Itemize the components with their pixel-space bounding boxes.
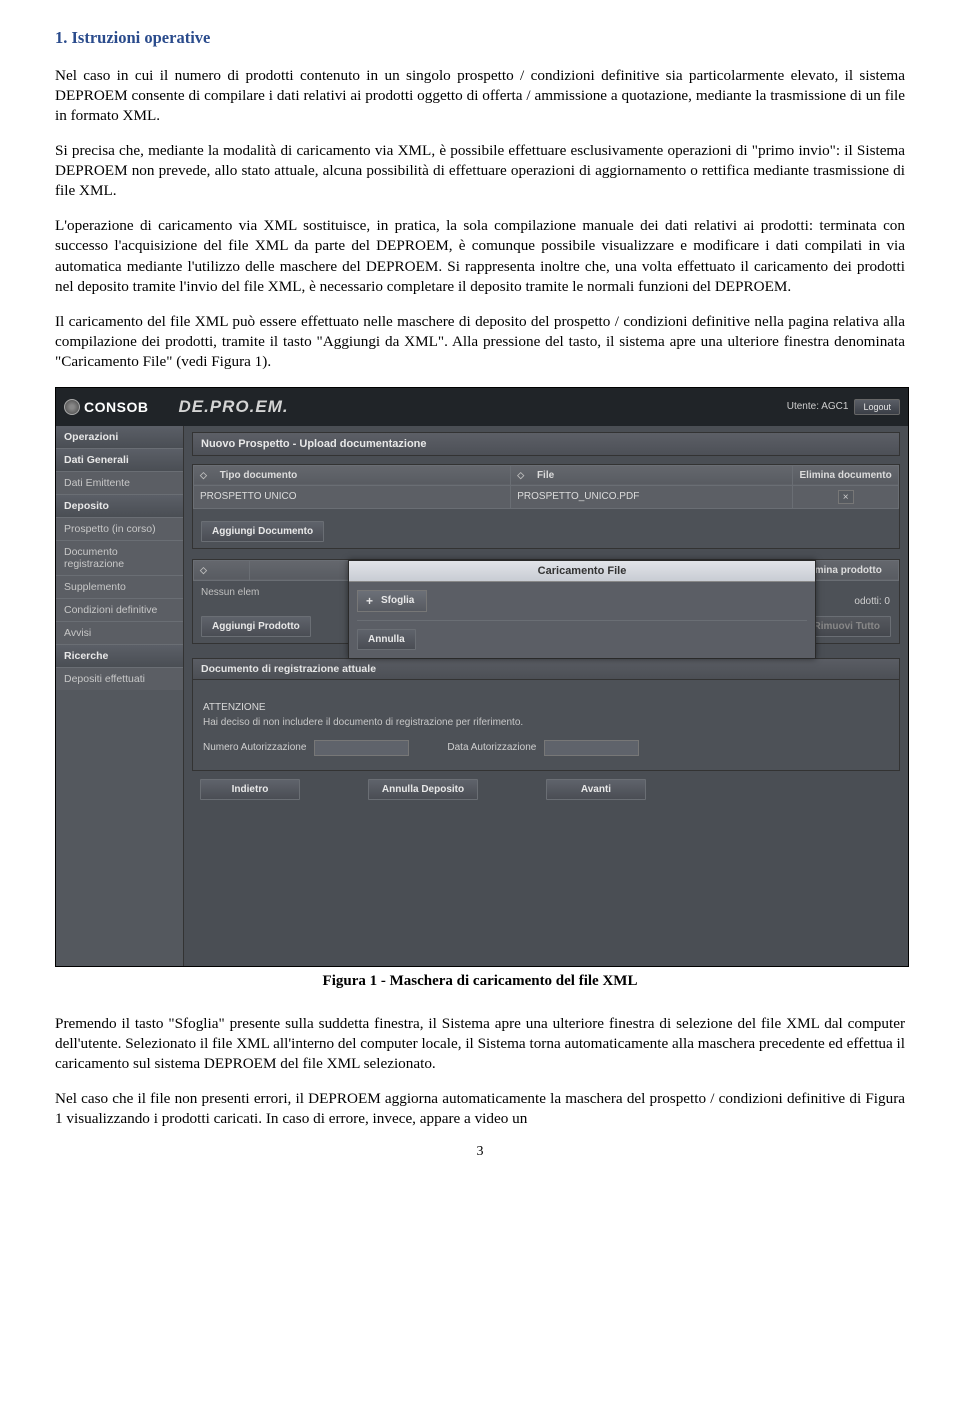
sort-icon[interactable]: ◇ bbox=[200, 565, 207, 575]
sort-icon[interactable]: ◇ bbox=[517, 470, 524, 480]
registration-title: Documento di registrazione attuale bbox=[193, 659, 899, 680]
paragraph-3: L'operazione di caricamento via XML sost… bbox=[55, 216, 905, 296]
figure-caption: Figura 1 - Maschera di caricamento del f… bbox=[55, 973, 905, 990]
num-autorizzazione-field[interactable] bbox=[314, 740, 409, 756]
app-screenshot: CONSOB DE.PRO.EM. Utente: AGC1 Logout Op… bbox=[55, 387, 909, 967]
section-heading: 1. Istruzioni operative bbox=[55, 28, 905, 48]
attention-note: Hai deciso di non includere il documento… bbox=[203, 717, 889, 728]
user-value: AGC1 bbox=[821, 401, 848, 412]
documents-box: ◇ Tipo documento ◇ File Elimina document… bbox=[192, 464, 900, 549]
paragraph-6: Nel caso che il file non presenti errori… bbox=[55, 1089, 905, 1129]
app-header: CONSOB DE.PRO.EM. Utente: AGC1 Logout bbox=[56, 388, 908, 426]
sort-icon[interactable]: ◇ bbox=[200, 470, 207, 480]
paragraph-1: Nel caso in cui il numero di prodotti co… bbox=[55, 66, 905, 126]
delete-document-button[interactable]: × bbox=[838, 490, 854, 504]
sidebar-dati-generali[interactable]: Dati Generali bbox=[56, 448, 183, 471]
caricamento-file-modal: Caricamento File + Sfoglia Annulla bbox=[348, 560, 816, 659]
sfoglia-label: Sfoglia bbox=[381, 595, 414, 606]
plus-icon: + bbox=[366, 594, 373, 608]
col-file[interactable]: ◇ File bbox=[511, 465, 793, 485]
app-title: DE.PRO.EM. bbox=[178, 397, 288, 417]
num-autorizzazione-label: Numero Autorizzazione bbox=[203, 742, 306, 753]
consob-logo: CONSOB bbox=[64, 399, 148, 415]
cell-file: PROSPETTO_UNICO.PDF bbox=[511, 485, 793, 508]
user-info: Utente: AGC1 bbox=[787, 401, 849, 412]
panel-title: Nuovo Prospetto - Upload documentazione bbox=[192, 432, 900, 456]
products-count: odotti: 0 bbox=[854, 596, 890, 607]
data-autorizzazione-label: Data Autorizzazione bbox=[447, 742, 536, 753]
sidebar-dati-emittente[interactable]: Dati Emittente bbox=[56, 471, 183, 494]
sidebar-depositi-effettuati[interactable]: Depositi effettuati bbox=[56, 667, 183, 690]
sidebar-condizioni-definitive[interactable]: Condizioni definitive bbox=[56, 598, 183, 621]
logout-button[interactable]: Logout bbox=[854, 399, 900, 415]
page-number: 3 bbox=[55, 1144, 905, 1160]
col-elimina-documento: Elimina documento bbox=[793, 465, 899, 485]
annulla-deposito-button[interactable]: Annulla Deposito bbox=[368, 779, 478, 800]
sidebar-doc-registrazione[interactable]: Documento registrazione bbox=[56, 540, 183, 575]
sfoglia-button[interactable]: + Sfoglia bbox=[357, 590, 427, 612]
main-panel: Nuovo Prospetto - Upload documentazione … bbox=[184, 426, 908, 966]
attention-label: ATTENZIONE bbox=[203, 702, 889, 713]
paragraph-2: Si precisa che, mediante la modalità di … bbox=[55, 141, 905, 201]
aggiungi-prodotto-button[interactable]: Aggiungi Prodotto bbox=[201, 616, 311, 637]
aggiungi-documento-button[interactable]: Aggiungi Documento bbox=[201, 521, 324, 542]
table-row: PROSPETTO UNICO PROSPETTO_UNICO.PDF × bbox=[194, 485, 899, 508]
modal-title: Caricamento File bbox=[349, 561, 815, 582]
modal-annulla-button[interactable]: Annulla bbox=[357, 629, 416, 650]
paragraph-5: Premendo il tasto "Sfoglia" presente sul… bbox=[55, 1014, 905, 1074]
sidebar: Operazioni Dati Generali Dati Emittente … bbox=[56, 426, 184, 966]
cell-tipo: PROSPETTO UNICO bbox=[194, 485, 511, 508]
sidebar-operazioni: Operazioni bbox=[56, 426, 183, 448]
col-file-label: File bbox=[537, 470, 554, 481]
col-tipo-label: Tipo documento bbox=[220, 470, 298, 481]
indietro-button[interactable]: Indietro bbox=[200, 779, 300, 800]
sidebar-ricerche[interactable]: Ricerche bbox=[56, 644, 183, 667]
paragraph-4: Il caricamento del file XML può essere e… bbox=[55, 312, 905, 372]
sidebar-prospetto[interactable]: Prospetto (in corso) bbox=[56, 517, 183, 540]
avanti-button[interactable]: Avanti bbox=[546, 779, 646, 800]
emblem-icon bbox=[64, 399, 80, 415]
registration-box: Documento di registrazione attuale ATTEN… bbox=[192, 658, 900, 771]
col-tipo-documento[interactable]: ◇ Tipo documento bbox=[194, 465, 511, 485]
sidebar-supplemento[interactable]: Supplemento bbox=[56, 575, 183, 598]
user-label: Utente: bbox=[787, 401, 819, 412]
data-autorizzazione-field[interactable] bbox=[544, 740, 639, 756]
documents-table: ◇ Tipo documento ◇ File Elimina document… bbox=[193, 465, 899, 509]
bottom-bar: Indietro Annulla Deposito Avanti bbox=[192, 771, 900, 808]
sidebar-avvisi[interactable]: Avvisi bbox=[56, 621, 183, 644]
logo-text: CONSOB bbox=[84, 399, 148, 415]
sidebar-deposito[interactable]: Deposito bbox=[56, 494, 183, 517]
